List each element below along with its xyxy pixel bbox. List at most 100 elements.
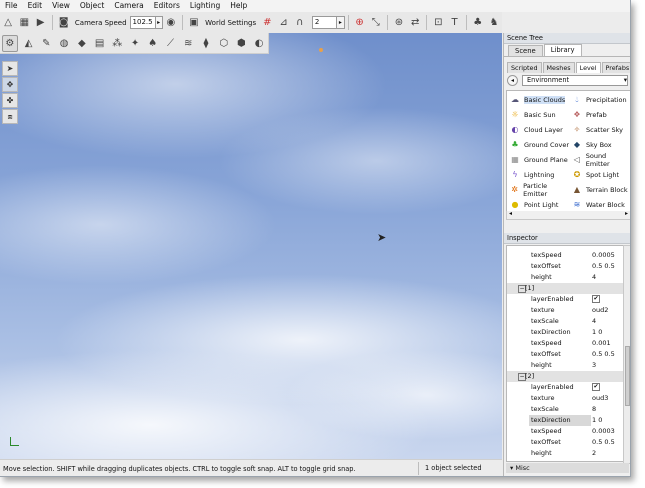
library-item-point-light[interactable]: ● Point Light xyxy=(507,198,569,212)
river-editor-icon[interactable]: ≋ xyxy=(181,36,196,51)
center-icon[interactable]: ⊛ xyxy=(392,15,405,30)
sun-marker[interactable] xyxy=(319,48,323,52)
navmesh-icon[interactable]: ⬡ xyxy=(216,36,231,51)
terrain-painter-icon[interactable]: ✎ xyxy=(39,36,54,51)
library-item-terrain-block[interactable]: ▲ Terrain Block xyxy=(569,183,630,197)
camera-speed-input[interactable]: 102.5 xyxy=(129,16,156,29)
library-item-particle-emitter[interactable]: ✲ Particle Emitter xyxy=(507,182,569,198)
subtab-meshes[interactable]: Meshes xyxy=(542,62,575,73)
shape-editor-icon[interactable]: ▤ xyxy=(92,36,107,51)
align-icon[interactable]: ⇄ xyxy=(409,15,422,30)
object-bounds-icon[interactable]: ⤡ xyxy=(369,15,382,30)
eye-icon[interactable]: ◉ xyxy=(164,15,177,30)
inspector-row[interactable]: texDirection 1 0 xyxy=(507,415,623,426)
inspector-row[interactable]: texture oud2 xyxy=(507,305,623,316)
camera-icon[interactable]: ◙ xyxy=(57,15,70,30)
library-item-scatter-sky[interactable]: ✧ Scatter Sky xyxy=(569,123,630,137)
scroll-thumb[interactable] xyxy=(625,346,630,406)
grid-snap-icon[interactable]: # xyxy=(261,15,274,30)
library-item-ground-cover[interactable]: ♣ Ground Cover xyxy=(507,138,569,152)
world-settings-label[interactable]: World Settings xyxy=(205,19,256,27)
misc-section-header[interactable]: ▾ Misc xyxy=(506,463,629,473)
inspector-group-header[interactable]: − [1] xyxy=(507,283,623,294)
menu-camera[interactable]: Camera xyxy=(109,0,148,12)
inspector-row[interactable]: height 4 xyxy=(507,272,623,283)
text-icon[interactable]: T xyxy=(448,15,461,30)
menu-file[interactable]: File xyxy=(0,0,23,12)
library-item-spot-light[interactable]: ✪ Spot Light xyxy=(569,168,630,182)
inspector-row[interactable]: texOffset 0.5 0.5 xyxy=(507,261,623,272)
visibility-icon[interactable]: ♞ xyxy=(487,15,500,30)
scene-viewport[interactable]: ➤ xyxy=(0,33,502,459)
menu-object[interactable]: Object xyxy=(75,0,109,12)
scroll-right-icon[interactable]: ▸ xyxy=(625,210,628,217)
category-dropdown[interactable]: Environment ▾ xyxy=(522,74,628,86)
camera-speed-spinner[interactable]: ▸ xyxy=(155,16,163,29)
library-item-water-block[interactable]: ≋ Water Block xyxy=(569,198,630,212)
menu-lighting[interactable]: Lighting xyxy=(185,0,225,12)
library-item-sound-emitter[interactable]: ◁ Sound Emitter xyxy=(569,152,630,168)
sketch-tool-icon[interactable]: ◐ xyxy=(252,36,267,51)
subtab-prefabs[interactable]: Prefabs xyxy=(601,62,630,73)
tab-library[interactable]: Library xyxy=(543,44,582,56)
inspector-row[interactable]: texOffset 0.5 0.5 xyxy=(507,437,623,448)
terrain-editor-icon[interactable]: △ xyxy=(2,15,15,30)
library-item-basic-clouds[interactable]: ☁ Basic Clouds xyxy=(507,93,569,107)
library-item-prefab[interactable]: ❖ Prefab xyxy=(569,108,630,122)
layer-enabled-checkbox[interactable]: ✔ xyxy=(592,383,600,391)
subtab-scripted[interactable]: Scripted xyxy=(507,62,542,73)
back-icon[interactable]: ◂ xyxy=(507,74,518,86)
convex-editor-icon[interactable]: ⬢ xyxy=(234,36,249,51)
world-icon[interactable]: ▣ xyxy=(187,15,200,30)
magnet-icon[interactable]: ∩ xyxy=(293,15,306,30)
menu-edit[interactable]: Edit xyxy=(23,0,48,12)
library-item-lightning[interactable]: ϟ Lightning xyxy=(507,168,569,182)
scroll-left-icon[interactable]: ◂ xyxy=(509,210,512,217)
forest-editor-icon[interactable]: ♠ xyxy=(145,36,160,51)
snap-value-input[interactable]: 2 xyxy=(311,16,338,29)
layer-enabled-checkbox[interactable]: ✔ xyxy=(592,295,600,303)
tab-scene[interactable]: Scene xyxy=(508,45,543,56)
menu-help[interactable]: Help xyxy=(225,0,252,12)
material-editor-icon[interactable]: ◍ xyxy=(57,36,72,51)
inspector-row[interactable]: texOffset 0.5 0.5 xyxy=(507,349,623,360)
library-horizontal-scrollbar[interactable]: ◂ ▸ xyxy=(506,210,630,220)
snap-to-bounds-icon[interactable]: ⊕ xyxy=(353,15,366,30)
inspector-row[interactable]: layerEnabled ✔ xyxy=(507,382,623,393)
move-icon[interactable]: ✥ xyxy=(2,77,18,92)
rotate-tool-icon[interactable]: ✤ xyxy=(2,93,18,108)
object-editor-icon[interactable]: ⚙ xyxy=(1,34,19,52)
inspector-row[interactable]: texScale 4 xyxy=(507,316,623,327)
library-item-ground-plane[interactable]: ▦ Ground Plane xyxy=(507,153,569,167)
inspector-group-header[interactable]: − [2] xyxy=(507,371,623,382)
mesh-road-icon[interactable]: ⟋ xyxy=(163,36,178,51)
menu-view[interactable]: View xyxy=(47,0,75,12)
inspector-row[interactable]: texSpeed 0.001 xyxy=(507,338,623,349)
inspector-row[interactable]: layerEnabled ✔ xyxy=(507,294,623,305)
fit-selection-icon[interactable]: ⊡ xyxy=(432,15,445,30)
terrain-icon[interactable]: ◭ xyxy=(21,36,36,51)
scale-tool-icon[interactable]: ⧈ xyxy=(2,109,18,124)
select-arrow-icon[interactable]: ➤ xyxy=(2,61,18,76)
particle-editor-icon[interactable]: ⁂ xyxy=(110,36,125,51)
play-game-icon[interactable]: ▶ xyxy=(34,15,47,30)
gui-editor-icon[interactable]: ▦ xyxy=(18,15,31,30)
library-item-cloud-layer[interactable]: ◐ Cloud Layer xyxy=(507,123,569,137)
snap-value-spinner[interactable]: ▸ xyxy=(337,16,345,29)
decal-editor-icon[interactable]: ✦ xyxy=(128,36,143,51)
camera-bookmark-icon[interactable]: ♣ xyxy=(471,15,484,30)
inspector-row[interactable]: texSpeed 0.0003 xyxy=(507,426,623,437)
road-editor-icon[interactable]: ⧫ xyxy=(199,36,214,51)
menu-editors[interactable]: Editors xyxy=(149,0,185,12)
inspector-scrollbar[interactable] xyxy=(623,245,630,464)
subtab-level[interactable]: Level xyxy=(575,62,601,73)
inspector-row[interactable]: height 3 xyxy=(507,360,623,371)
inspector-row[interactable]: texScale 8 xyxy=(507,404,623,415)
library-item-precipitation[interactable]: 💧︎ Precipitation xyxy=(569,93,630,107)
datablock-icon[interactable]: ◆ xyxy=(74,36,89,51)
inspector-row[interactable]: texDirection 1 0 xyxy=(507,327,623,338)
library-item-sky-box[interactable]: ◆ Sky Box xyxy=(569,138,630,152)
inspector-row[interactable]: height 2 xyxy=(507,448,623,459)
inspector-row[interactable]: texture oud3 xyxy=(507,393,623,404)
rotate-icon[interactable]: ⊿ xyxy=(277,15,290,30)
